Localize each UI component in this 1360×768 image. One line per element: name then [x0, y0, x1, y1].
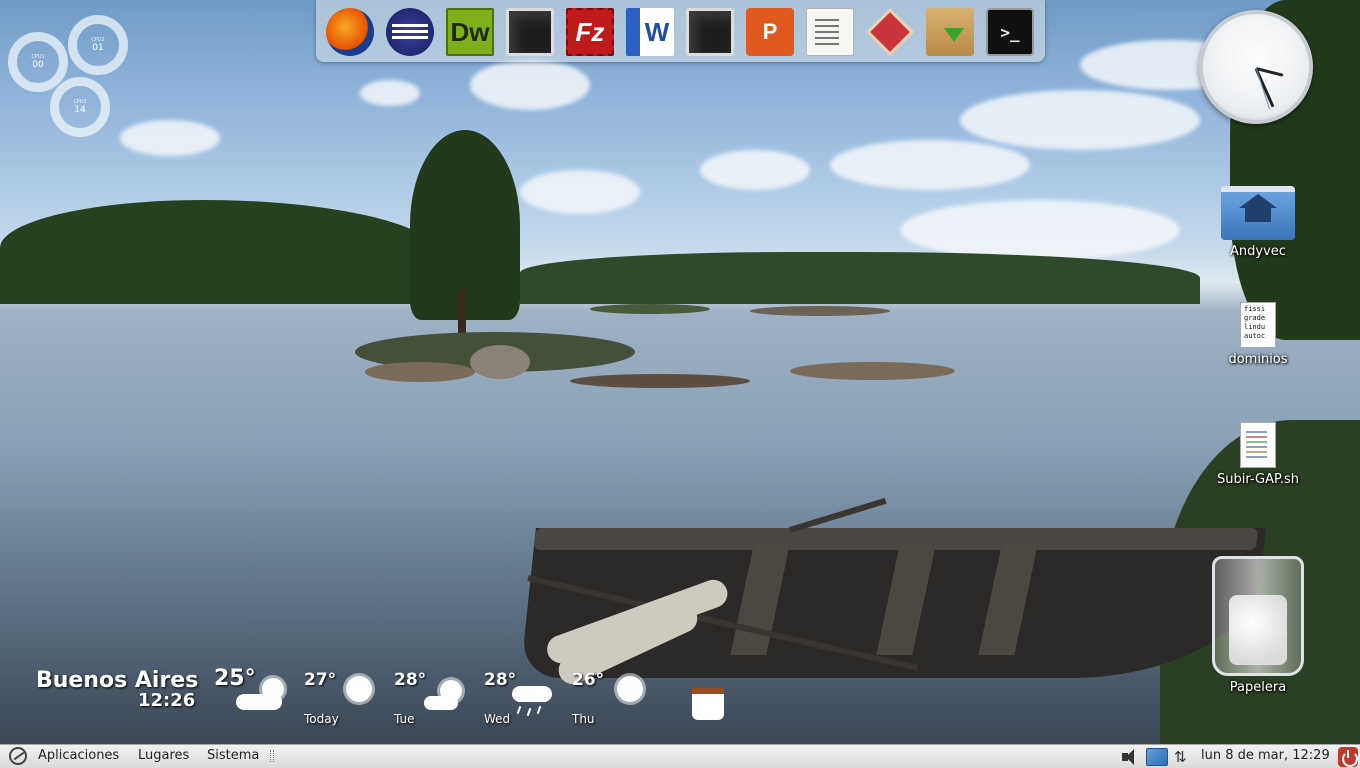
weather-time: 12:26 [138, 690, 196, 711]
analog-clock [1199, 10, 1313, 124]
wallpaper-rock [790, 362, 955, 380]
wallpaper-cloud [520, 170, 640, 214]
desktop-icon-home[interactable]: Andyvec [1218, 186, 1298, 259]
cpu-gauge-1: CPU1 00 [8, 32, 68, 92]
bottom-panel: Aplicaciones Lugares Sistema ⇅ lun 8 de … [0, 744, 1360, 768]
filezilla-icon[interactable]: Fz [566, 8, 614, 56]
screen-icon[interactable] [686, 8, 734, 56]
desktop-icon-label: Papelera [1229, 680, 1287, 695]
desktop-icon-label: Andyvec [1230, 244, 1286, 259]
wallpaper-tree-trunk [458, 290, 466, 335]
diamond-app-icon[interactable] [866, 8, 914, 56]
cpu-gauge-3: CPU3 14 [50, 77, 110, 137]
wallpaper-cloud [900, 200, 1180, 260]
sun-icon [262, 678, 284, 700]
wallpaper-cloud [830, 140, 1030, 190]
cpu-gauge-value: 01 [92, 42, 104, 53]
panel-clock[interactable]: lun 8 de mar, 12:29 [1201, 748, 1330, 763]
desktop-icon-trash[interactable]: Papelera [1208, 556, 1308, 695]
powerpoint-icon[interactable]: P [746, 8, 794, 56]
wallpaper-boat-rim [533, 528, 1259, 550]
desktop-icon-label: Subir-GAP.sh [1217, 472, 1299, 487]
distro-logo-icon[interactable] [9, 747, 27, 765]
screen-icon[interactable] [506, 8, 554, 56]
terminal-icon[interactable]: >_ [986, 8, 1034, 56]
desktop-icon-script[interactable]: Subir-GAP.sh [1213, 422, 1303, 487]
trash-icon [1212, 556, 1304, 676]
desktop-icon-dominios[interactable]: fissi grade lindu autoc dominios [1218, 302, 1298, 367]
weather-current-temp: 25° [214, 666, 256, 691]
menu-aplicaciones[interactable]: Aplicaciones [38, 748, 119, 763]
word-icon[interactable]: W [626, 8, 674, 56]
wallpaper-cloud [120, 120, 220, 156]
desktop-wallpaper [0, 0, 1360, 744]
menu-lugares[interactable]: Lugares [138, 748, 189, 763]
dreamweaver-icon[interactable]: Dw [446, 8, 494, 56]
desktop-icon-label: dominios [1228, 352, 1288, 367]
cpu-gauge-value: 14 [74, 104, 86, 115]
panel-grip-handle[interactable] [270, 750, 274, 762]
updates-icon[interactable]: ⇅ [1174, 748, 1187, 766]
wallpaper-cloud [360, 80, 420, 106]
wallpaper-cloud [700, 150, 810, 190]
wallpaper-cloud [470, 60, 590, 110]
file-preview-line: lindu [1244, 323, 1266, 331]
wallpaper-rock [590, 304, 710, 314]
cpu-gauge-value: 00 [32, 59, 44, 70]
cpu-gauge-2: CPU2 01 [68, 15, 128, 75]
wallpaper-rock [470, 345, 530, 379]
eclipse-icon[interactable] [386, 8, 434, 56]
forecast-day-name: Wed [484, 712, 511, 726]
package-installer-icon[interactable] [926, 8, 974, 56]
firefox-icon[interactable] [326, 8, 374, 56]
wallpaper-rock [570, 374, 750, 388]
home-folder-icon [1221, 186, 1295, 240]
application-dock: Dw Fz W P >_ [316, 0, 1045, 62]
wallpaper-rock [750, 306, 890, 316]
wallpaper-rock [365, 362, 475, 382]
file-preview-line: fissi [1244, 305, 1266, 313]
wallpaper-forest-left [0, 200, 440, 304]
clock-second-hand [1255, 67, 1271, 110]
network-icon[interactable] [1146, 748, 1168, 766]
sun-icon [617, 676, 643, 702]
script-file-icon [1240, 422, 1276, 468]
text-file-icon: fissi grade lindu autoc [1240, 302, 1276, 348]
wallpaper-cloud [960, 90, 1200, 150]
home-house-shape [1245, 206, 1271, 222]
sun-icon [346, 676, 372, 702]
forecast-day-name: Today [304, 712, 339, 726]
menu-sistema[interactable]: Sistema [207, 748, 259, 763]
forecast-day-name: Tue [394, 712, 415, 726]
forecast-day-name: Thu [572, 712, 595, 726]
cloud-icon [512, 686, 552, 702]
volume-icon[interactable] [1122, 749, 1142, 765]
coffee-cup-icon[interactable] [692, 688, 724, 720]
text-editor-icon[interactable] [806, 8, 854, 56]
cloud-icon [424, 696, 458, 710]
file-preview-line: grade [1244, 314, 1266, 322]
file-preview-line: autoc [1244, 332, 1266, 340]
wallpaper-forest-far [520, 252, 1200, 304]
power-icon[interactable] [1338, 747, 1358, 767]
